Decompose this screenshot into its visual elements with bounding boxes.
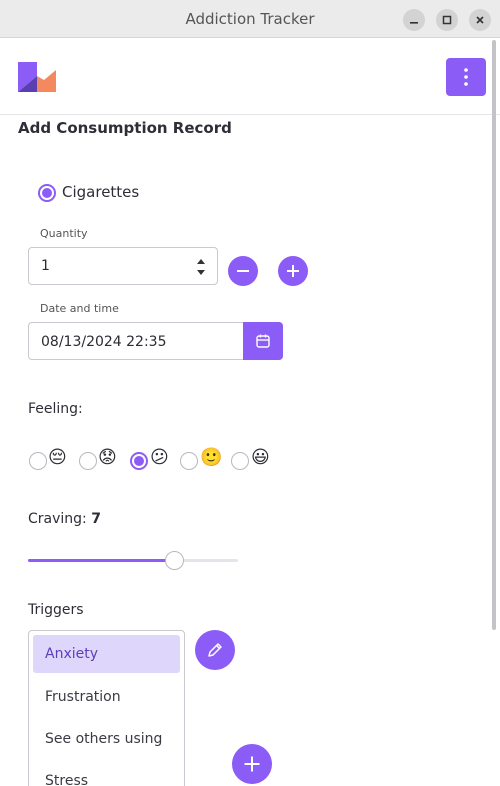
spinner-arrows-icon[interactable] xyxy=(195,255,207,279)
add-trigger-button[interactable] xyxy=(232,744,272,784)
trigger-item-stress[interactable]: Stress xyxy=(33,762,180,786)
minimize-icon xyxy=(410,22,418,24)
increase-quantity-button[interactable] xyxy=(278,256,308,286)
app-header xyxy=(0,39,500,115)
page-scrollbar[interactable] xyxy=(492,40,496,630)
datetime-label: Date and time xyxy=(40,302,119,315)
app-logo-icon xyxy=(18,62,56,92)
window-titlebar: Addiction Tracker xyxy=(0,0,500,38)
triggers-list[interactable]: Anxiety Frustration See others using Str… xyxy=(28,630,185,786)
triggers-label: Triggers xyxy=(28,602,84,618)
craving-label: Craving: 7 xyxy=(28,511,101,527)
quantity-input[interactable]: 1 xyxy=(28,247,218,285)
datetime-input[interactable]: 08/13/2024 22:35 xyxy=(28,322,244,360)
minus-icon xyxy=(237,270,249,272)
feeling-radio-4[interactable] xyxy=(180,452,198,470)
feeling-radio-5[interactable] xyxy=(231,452,249,470)
trigger-item-anxiety[interactable]: Anxiety xyxy=(33,635,180,673)
cigarettes-label: Cigarettes xyxy=(62,183,140,201)
window-title: Addiction Tracker xyxy=(185,10,315,28)
minimize-button[interactable] xyxy=(403,9,425,31)
plus-icon xyxy=(244,756,260,772)
close-button[interactable] xyxy=(469,9,491,31)
calendar-icon xyxy=(256,334,270,348)
feeling-radio-1[interactable] xyxy=(29,452,47,470)
feeling-label: Feeling: xyxy=(28,401,83,417)
feeling-emoji-5: 😃 xyxy=(251,447,270,468)
trigger-item-see-others-using[interactable]: See others using xyxy=(33,720,180,758)
decrease-quantity-button[interactable] xyxy=(228,256,258,286)
craving-label-text: Craving: xyxy=(28,511,87,527)
quantity-label: Quantity xyxy=(40,227,88,240)
kebab-menu-icon xyxy=(464,68,468,86)
feeling-emoji-1: 😔 xyxy=(48,447,67,468)
calendar-button[interactable] xyxy=(243,322,283,360)
craving-slider-thumb[interactable] xyxy=(165,551,184,570)
maximize-icon xyxy=(442,15,452,25)
maximize-button[interactable] xyxy=(436,9,458,31)
page-title: Add Consumption Record xyxy=(18,119,232,137)
craving-slider-fill xyxy=(28,559,175,562)
craving-slider-track[interactable] xyxy=(28,559,238,562)
menu-button[interactable] xyxy=(446,58,486,96)
quantity-value: 1 xyxy=(41,258,50,274)
feeling-radio-3[interactable] xyxy=(130,452,148,470)
datetime-value: 08/13/2024 22:35 xyxy=(41,334,167,350)
edit-triggers-button[interactable] xyxy=(195,630,235,670)
trigger-item-frustration[interactable]: Frustration xyxy=(33,678,180,716)
feeling-radio-2[interactable] xyxy=(79,452,97,470)
pencil-icon xyxy=(208,643,222,657)
feeling-emoji-3: 😕 xyxy=(150,447,169,468)
plus-icon xyxy=(287,265,299,277)
feeling-emoji-2: 😟 xyxy=(98,447,117,468)
craving-value: 7 xyxy=(91,511,101,527)
feeling-emoji-4: 🙂 xyxy=(200,447,223,468)
cigarettes-radio[interactable] xyxy=(38,184,56,202)
close-icon xyxy=(476,16,484,24)
